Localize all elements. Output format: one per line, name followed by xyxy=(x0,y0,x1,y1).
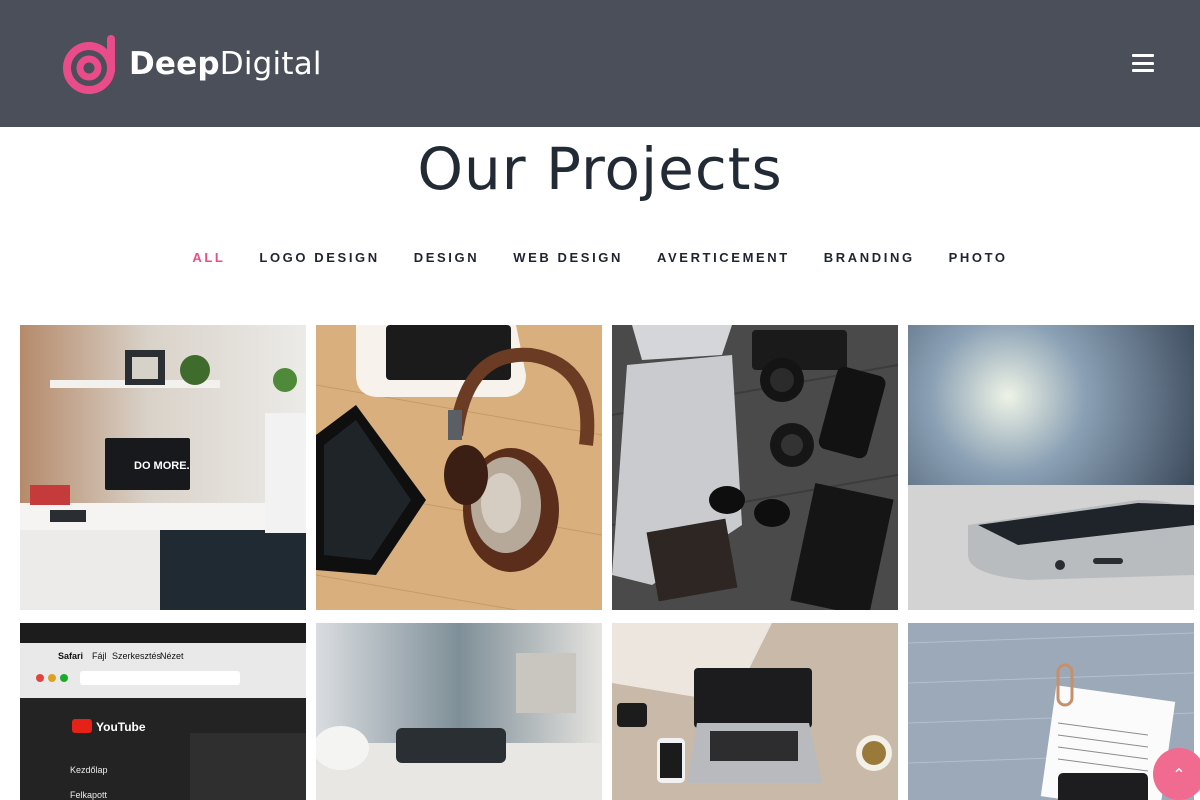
project-tile-headphones[interactable] xyxy=(316,325,602,610)
filter-logo-design[interactable]: LOGO DESIGN xyxy=(259,250,379,265)
filter-all[interactable]: ALL xyxy=(192,250,225,265)
headphones-image xyxy=(316,325,602,610)
back-to-top-button[interactable]: ⌃ xyxy=(1153,748,1200,800)
hamburger-bar xyxy=(1132,61,1154,65)
browser-menu-view: Nézet xyxy=(160,651,184,661)
deep-digital-logo-icon xyxy=(63,35,115,94)
coffee-desk-image xyxy=(316,623,602,800)
browser-menu-edit: Szerkesztés xyxy=(112,651,162,661)
brand-logo[interactable]: DeepDigital xyxy=(63,33,322,95)
brand-name: DeepDigital xyxy=(129,46,322,82)
page-title: Our Projects xyxy=(417,135,783,203)
browser-sidebar-trending: Felkapott xyxy=(70,790,108,800)
brand-name-light: Digital xyxy=(219,46,322,82)
hamburger-icon[interactable] xyxy=(1132,54,1154,72)
browser-sidebar-home: Kezdőlap xyxy=(70,765,108,775)
site-header: DeepDigital xyxy=(0,0,1200,127)
project-tile-laptop[interactable] xyxy=(612,623,898,800)
browser-screen-image: Safari Fájl Szerkesztés Nézet YouTube Ke… xyxy=(20,623,306,800)
project-tile-desk-setup[interactable]: DO MORE. xyxy=(20,325,306,610)
project-tile-camera[interactable] xyxy=(612,325,898,610)
project-tile-smartphone[interactable] xyxy=(908,325,1194,610)
filter-web-design[interactable]: WEB DESIGN xyxy=(513,250,623,265)
browser-menu-file: Fájl xyxy=(92,651,107,661)
filter-design[interactable]: DESIGN xyxy=(414,250,479,265)
project-filter-bar: ALL LOGO DESIGN DESIGN WEB DESIGN AVERTI… xyxy=(0,250,1200,265)
hamburger-bar xyxy=(1132,54,1154,57)
smartphone-image xyxy=(908,325,1194,610)
laptop-desk-image xyxy=(612,623,898,800)
youtube-logo-text: YouTube xyxy=(96,720,146,734)
hamburger-bar xyxy=(1132,69,1154,72)
camera-image xyxy=(612,325,898,610)
filter-photo[interactable]: PHOTO xyxy=(949,250,1008,265)
desk-setup-image: DO MORE. xyxy=(20,325,306,610)
browser-menu-safari: Safari xyxy=(58,651,83,661)
brand-name-bold: Deep xyxy=(129,46,220,82)
project-tile-notebook[interactable] xyxy=(908,623,1194,800)
notebook-image xyxy=(908,623,1194,800)
monitor-text: DO MORE. xyxy=(134,460,190,472)
filter-branding[interactable]: BRANDING xyxy=(824,250,915,265)
project-tile-browser[interactable]: Safari Fájl Szerkesztés Nézet YouTube Ke… xyxy=(20,623,306,800)
filter-averticement[interactable]: AVERTICEMENT xyxy=(657,250,790,265)
project-tile-coffee[interactable] xyxy=(316,623,602,800)
chevron-up-icon: ⌃ xyxy=(1172,764,1186,784)
